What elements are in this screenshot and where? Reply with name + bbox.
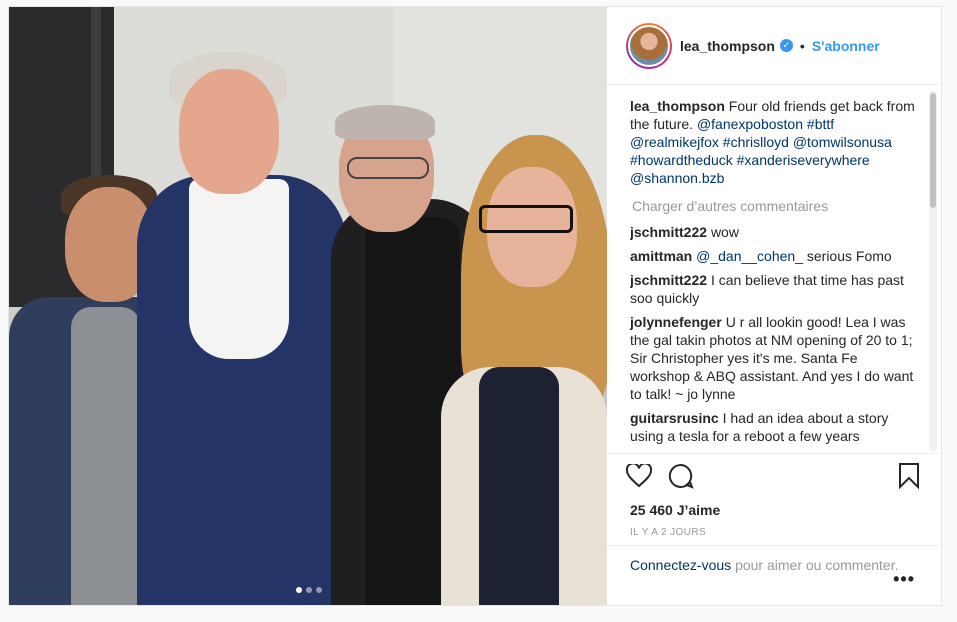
load-more-comments-button[interactable]: Charger d’autres commentaires <box>632 197 920 215</box>
verified-badge-icon: ✓ <box>779 39 793 52</box>
likes-count[interactable]: 25 460 J’aime <box>630 502 924 518</box>
hashtag-link[interactable]: @realmikejfox <box>630 134 719 150</box>
post-header: lea_thompson ✓ • S'abonner <box>607 7 941 85</box>
comment-text: serious Fomo <box>806 248 892 264</box>
carousel-dot <box>316 587 322 593</box>
hashtag-link[interactable]: #chrislloyd <box>723 134 789 150</box>
hashtag-link[interactable]: @tomwilsonusa <box>793 134 892 150</box>
comment-username[interactable]: jolynnefenger <box>630 314 722 330</box>
login-prompt-text: pour aimer ou commenter. <box>735 557 899 573</box>
comment-bubble-icon[interactable] <box>666 461 696 491</box>
comment-username[interactable]: guitarsrusinc <box>630 410 719 426</box>
separator: • <box>799 37 805 54</box>
follow-button[interactable]: S'abonner <box>812 38 880 54</box>
post-photo[interactable] <box>9 7 607 605</box>
hashtag-link[interactable]: @shannon.bzb <box>630 170 724 186</box>
comment-username[interactable]: amittman <box>630 248 692 264</box>
comment-item: jolynnefenger U r all lookin good! Lea I… <box>630 313 920 403</box>
carousel-dot <box>306 587 312 593</box>
comment-item: jschmitt222 wow <box>630 223 920 241</box>
comments-scrollbar[interactable] <box>929 91 937 451</box>
comment-item: amittman @_dan__cohen_ serious Fomo <box>630 247 920 265</box>
post-card: lea_thompson ✓ • S'abonner lea_thompson … <box>8 6 942 606</box>
caption: lea_thompson Four old friends get back f… <box>630 97 920 187</box>
caption-username[interactable]: lea_thompson <box>630 98 725 114</box>
hashtag-link[interactable]: @fanexpoboston <box>697 116 803 132</box>
comment-username[interactable]: jschmitt222 <box>630 224 707 240</box>
post-side-panel: lea_thompson ✓ • S'abonner lea_thompson … <box>607 7 941 605</box>
comment-item: guitarsrusinc I had an idea about a stor… <box>630 409 920 445</box>
post-timestamp[interactable]: IL Y A 2 JOURS <box>630 527 924 538</box>
more-options-icon[interactable]: ••• <box>893 570 915 588</box>
action-bar: 25 460 J’aime IL Y A 2 JOURS <box>607 453 941 538</box>
login-link[interactable]: Connectez-vous <box>630 557 731 573</box>
mention-link[interactable]: @_dan__cohen_ <box>696 248 803 264</box>
comment-username[interactable]: jschmitt222 <box>630 272 707 288</box>
login-prompt: Connectez-vous pour aimer ou commenter. … <box>607 545 941 605</box>
comment-text: wow <box>710 224 739 240</box>
scrollbar-thumb[interactable] <box>930 93 936 208</box>
carousel-indicator <box>296 587 322 593</box>
heart-icon[interactable] <box>624 461 654 491</box>
comment-item: jschmitt222 I can believe that time has … <box>630 271 920 307</box>
username-link[interactable]: lea_thompson <box>680 38 775 54</box>
hashtag-link[interactable]: #howardtheduck <box>630 152 733 168</box>
hashtag-link[interactable]: #bttf <box>807 116 834 132</box>
carousel-dot <box>296 587 302 593</box>
comments-list[interactable]: lea_thompson Four old friends get back f… <box>630 97 920 447</box>
bookmark-icon[interactable] <box>894 461 924 491</box>
avatar[interactable] <box>626 22 672 69</box>
hashtag-link[interactable]: #xanderiseverywhere <box>737 152 870 168</box>
